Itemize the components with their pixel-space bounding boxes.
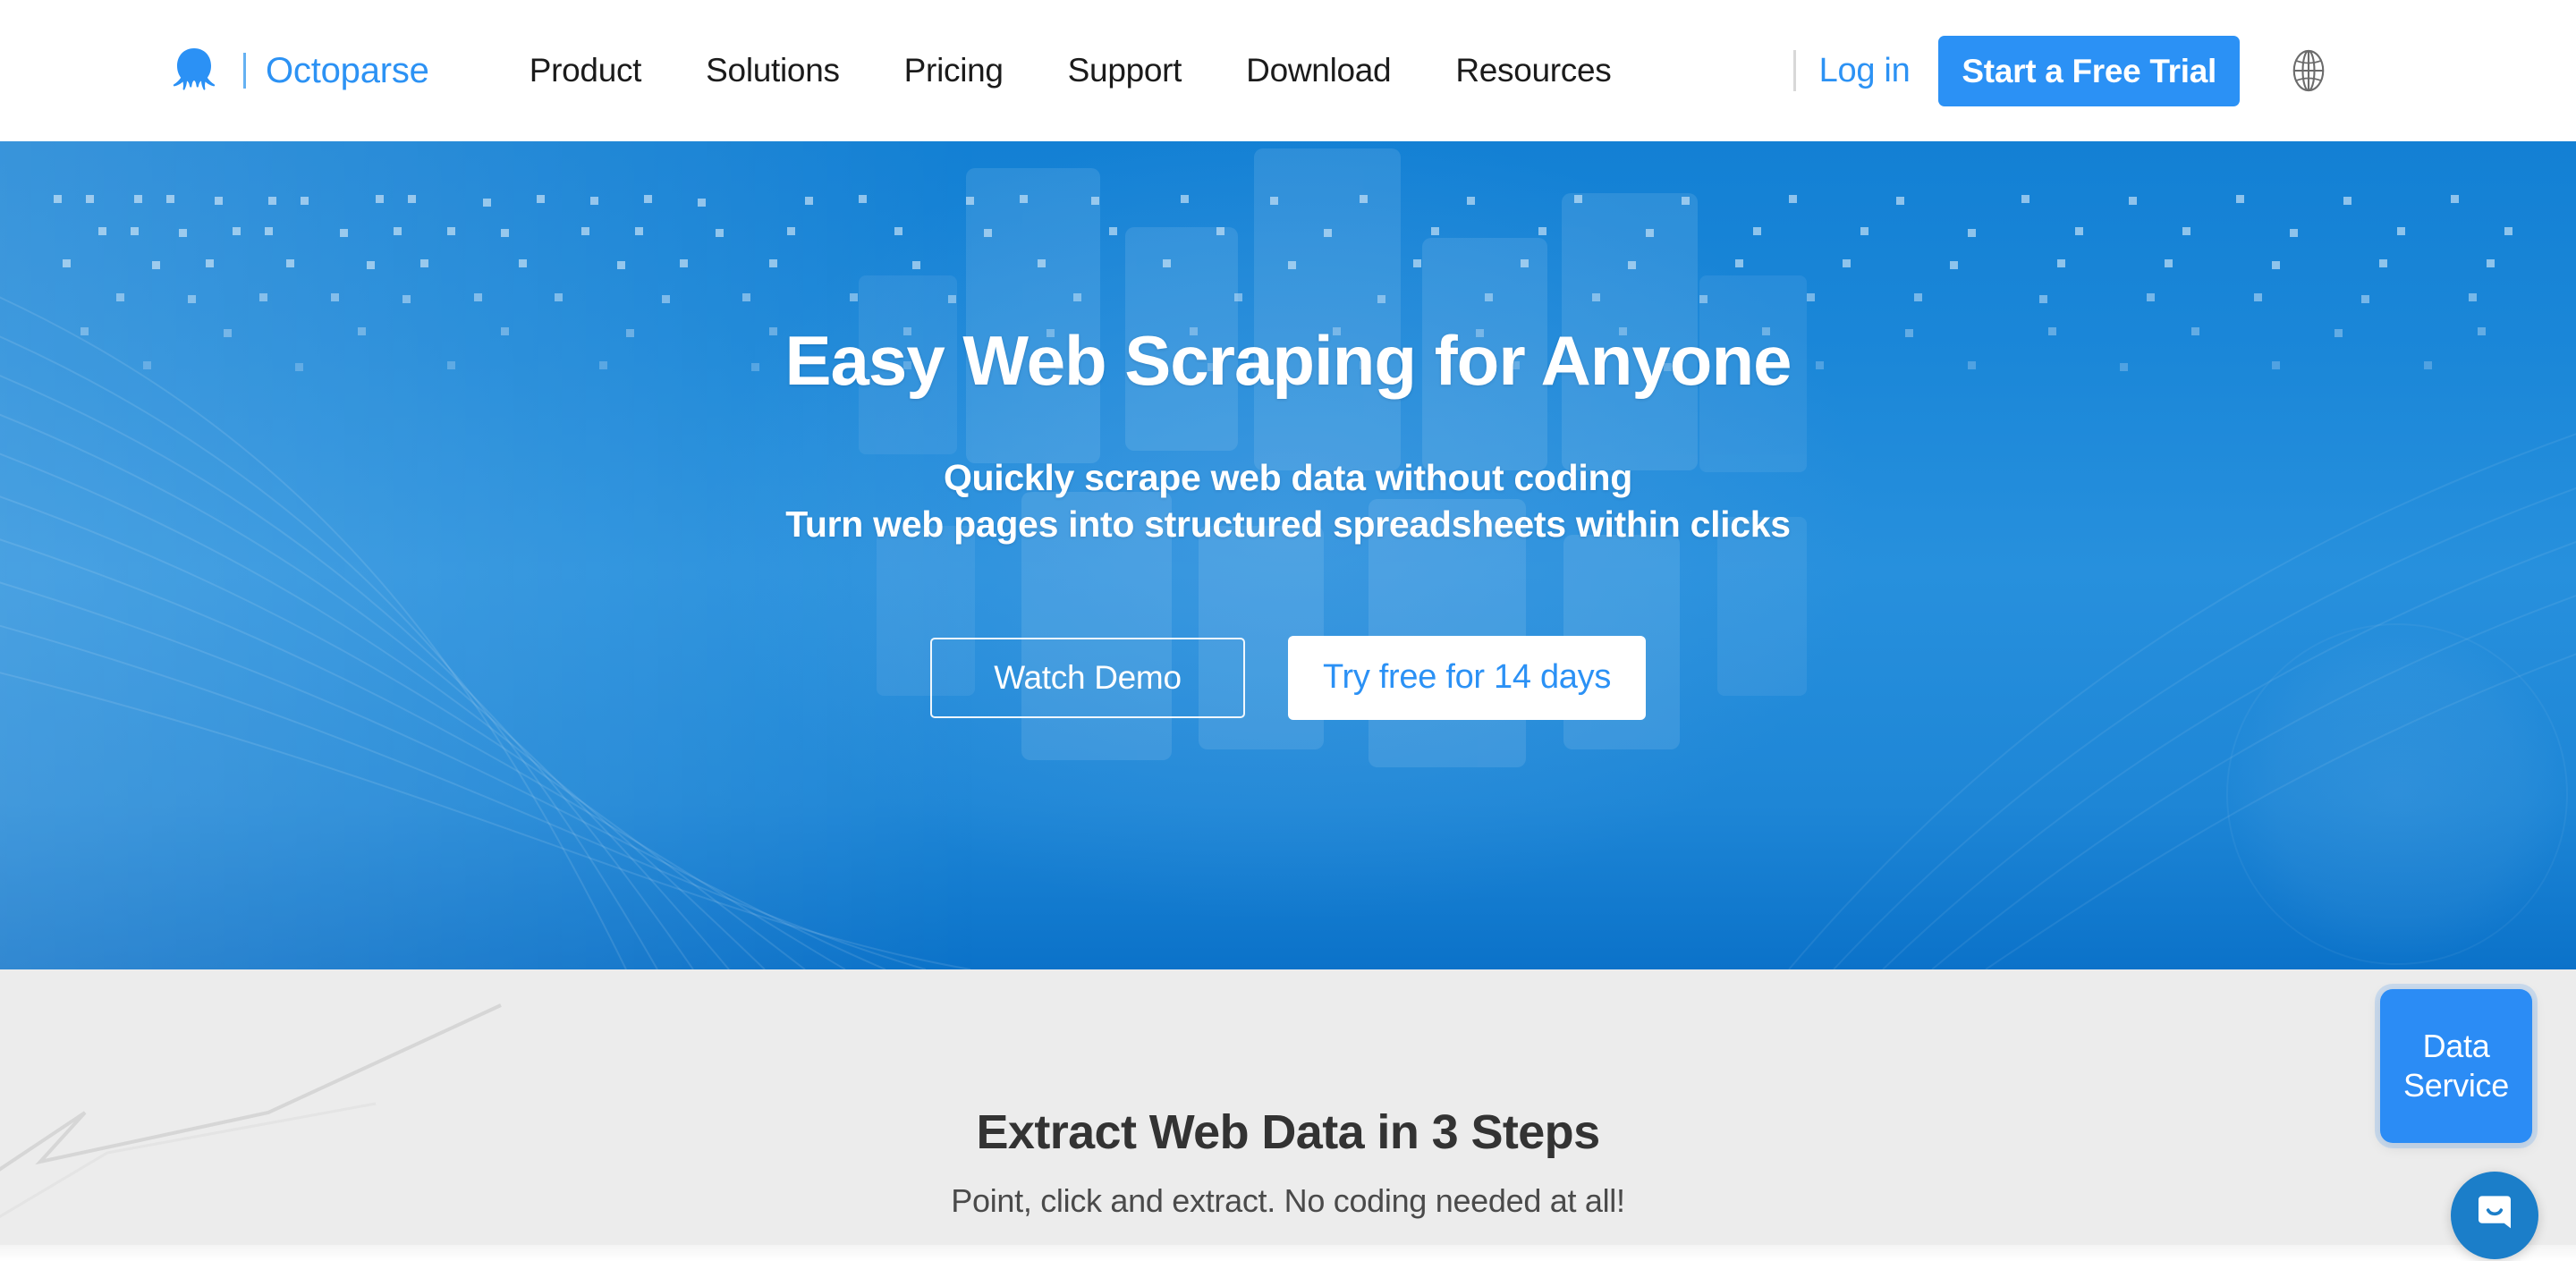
hero-cta-group: Watch Demo Try free for 14 days <box>930 635 1646 720</box>
data-service-line-1: Data <box>2422 1028 2490 1065</box>
watch-demo-button[interactable]: Watch Demo <box>930 637 1245 718</box>
octoparse-landing-page: Octoparse Product Solutions Pricing Supp… <box>0 0 2576 1261</box>
header-divider <box>1792 50 1796 91</box>
hero-subtitle: Quickly scrape web data without coding T… <box>785 454 1791 548</box>
try-free-button[interactable]: Try free for 14 days <box>1288 635 1646 720</box>
hero-subtitle-line-2: Turn web pages into structured spreadshe… <box>785 504 1791 546</box>
brand-logo[interactable]: Octoparse <box>166 43 429 98</box>
main-navigation: Product Solutions Pricing Support Downlo… <box>497 52 1644 89</box>
steps-subtitle: Point, click and extract. No coding need… <box>951 1182 1625 1219</box>
start-free-trial-button[interactable]: Start a Free Trial <box>1938 35 2240 106</box>
chat-bubble-icon <box>2470 1189 2519 1242</box>
header-actions: Log in Start a Free Trial <box>1792 35 2333 106</box>
nav-item-resources[interactable]: Resources <box>1423 52 1643 89</box>
nav-item-download[interactable]: Download <box>1214 52 1423 89</box>
hero-banner: Easy Web Scraping for Anyone Quickly scr… <box>0 141 2576 969</box>
login-link[interactable]: Log in <box>1819 52 1911 90</box>
data-service-widget[interactable]: Data Service <box>2380 989 2532 1143</box>
brand-divider <box>243 53 246 89</box>
octopus-logo-icon <box>166 43 222 98</box>
steps-text-block: Extract Web Data in 3 Steps Point, click… <box>0 969 2576 1261</box>
steps-section: Extract Web Data in 3 Steps Point, click… <box>0 969 2576 1261</box>
chat-launcher-button[interactable] <box>2451 1172 2538 1259</box>
nav-item-pricing[interactable]: Pricing <box>872 52 1036 89</box>
nav-item-solutions[interactable]: Solutions <box>674 52 872 89</box>
hero-title: Easy Web Scraping for Anyone <box>784 321 1792 400</box>
globe-icon[interactable] <box>2284 47 2333 95</box>
brand-name: Octoparse <box>266 50 429 90</box>
hero-content: Easy Web Scraping for Anyone Quickly scr… <box>0 141 2576 969</box>
nav-item-support[interactable]: Support <box>1036 52 1215 89</box>
site-header: Octoparse Product Solutions Pricing Supp… <box>0 0 2576 141</box>
hero-subtitle-line-1: Quickly scrape web data without coding <box>943 457 1632 498</box>
steps-title: Extract Web Data in 3 Steps <box>976 1105 1600 1159</box>
nav-item-product[interactable]: Product <box>497 52 674 89</box>
data-service-line-2: Service <box>2403 1067 2509 1104</box>
